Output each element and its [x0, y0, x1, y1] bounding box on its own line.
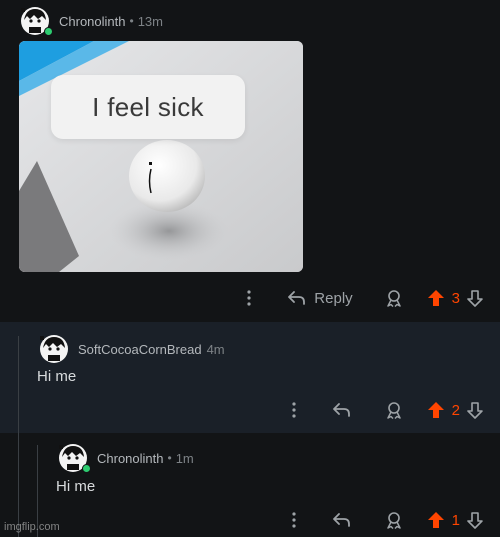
downvote-icon[interactable]	[467, 289, 483, 307]
comment-actions: Reply 3	[247, 289, 483, 307]
avatar[interactable]	[58, 443, 91, 473]
watermark: imgflip.com	[4, 521, 60, 533]
thread-line[interactable]	[18, 336, 19, 433]
upvote-icon[interactable]	[427, 401, 445, 419]
avatar[interactable]	[20, 6, 53, 36]
separator: •	[129, 14, 134, 28]
timestamp: 1m	[175, 450, 194, 466]
image-caption: I feel sick	[51, 75, 245, 139]
online-indicator	[82, 464, 91, 473]
comment-actions: 1	[292, 511, 483, 529]
avatar[interactable]	[39, 334, 69, 364]
vote-count: 2	[451, 401, 460, 419]
more-icon[interactable]	[292, 402, 296, 418]
reply-label: Reply	[314, 289, 353, 307]
comment-1: Chronolinth • 13m I feel sick Reply 3	[0, 0, 500, 322]
separator: •	[167, 451, 172, 465]
comment-2: SoftCocoaCornBread 4m Hi me 2	[0, 322, 500, 433]
comment-text: Hi me	[56, 478, 96, 495]
comment-header: Chronolinth • 13m	[20, 6, 163, 36]
comment-3: Chronolinth • 1m Hi me 1	[0, 433, 500, 537]
comment-header: Chronolinth • 1m	[58, 443, 194, 473]
reply-button[interactable]: Reply	[287, 289, 353, 307]
award-icon[interactable]	[385, 401, 403, 419]
upvote-icon[interactable]	[427, 289, 445, 307]
award-icon[interactable]	[385, 511, 403, 529]
comment-actions: 2	[292, 401, 483, 419]
more-icon[interactable]	[247, 290, 251, 306]
reply-icon	[287, 291, 306, 305]
online-indicator	[44, 27, 53, 36]
username[interactable]: SoftCocoaCornBread	[78, 342, 202, 357]
username[interactable]: Chronolinth	[97, 451, 164, 466]
timestamp: 13m	[137, 13, 163, 29]
downvote-icon[interactable]	[467, 511, 483, 529]
comment-image[interactable]: I feel sick	[19, 41, 303, 272]
downvote-icon[interactable]	[467, 401, 483, 419]
comment-text: Hi me	[37, 368, 77, 385]
reply-icon[interactable]	[332, 403, 351, 417]
username[interactable]: Chronolinth	[59, 14, 126, 29]
reply-icon[interactable]	[332, 513, 351, 527]
vote-count: 1	[451, 511, 460, 529]
vote-count: 3	[451, 289, 460, 307]
timestamp: 4m	[206, 341, 225, 357]
upvote-icon[interactable]	[427, 511, 445, 529]
comment-header: SoftCocoaCornBread 4m	[39, 334, 225, 364]
more-icon[interactable]	[292, 512, 296, 528]
award-icon[interactable]	[385, 289, 403, 307]
